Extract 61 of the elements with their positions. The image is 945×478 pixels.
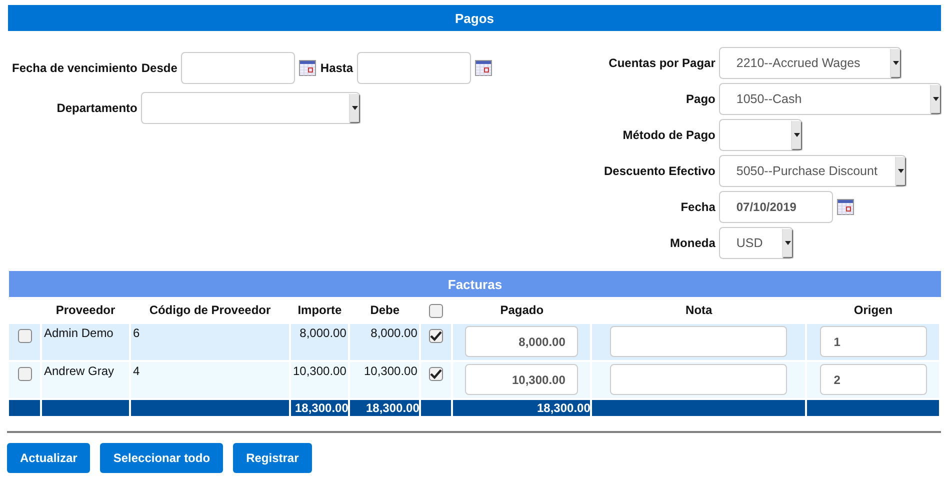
action-button[interactable]: Actualizar [7,443,90,473]
field-label: Moneda [669,236,716,250]
calendar-icon[interactable] [299,60,316,76]
column-header: Proveedor [54,302,116,318]
table-cell-text: 8,000.00 [370,325,418,342]
table-cell-text: 10,300.00 [363,363,418,380]
table-cell-text: 4 [132,363,141,380]
field-label: Departamento [56,101,138,115]
column-header: Código de Proveedor [148,302,272,318]
note-field[interactable] [610,326,788,357]
table-cell-text: Admin Demo [43,325,114,342]
caret-icon [892,61,899,65]
caret-icon [932,97,939,101]
action-button[interactable]: Registrar [233,443,312,473]
field-label: Pago [685,92,716,106]
total-cell: 18,300.00 [537,401,590,415]
checkbox[interactable] [429,329,444,343]
action-button[interactable]: Seleccionar todo [100,443,224,473]
amount-field[interactable]: 10,300.00 [465,364,578,395]
table-cell-text: 8,000.00 [298,325,348,342]
date-field[interactable] [181,52,296,84]
field-label: Cuentas por Pagar [608,56,716,70]
select-field[interactable]: 1050--Cash [719,83,942,115]
column-header: Nota [684,302,714,318]
amount-field[interactable]: 8,000.00 [465,326,578,357]
select-field[interactable]: USD [719,227,794,259]
column-header: Pagado [499,302,545,318]
caret-icon [352,106,358,110]
total-cell: 18,300.00 [295,401,348,415]
caret-icon [784,241,791,245]
select-field[interactable]: 2210--Accrued Wages [719,47,902,79]
column-header: Debe [369,302,401,318]
field-label: Hasta [320,61,354,75]
checkbox[interactable] [429,367,444,381]
note-field[interactable] [610,364,788,395]
checkbox[interactable] [18,367,32,381]
column-header: Origen [852,302,894,318]
checkbox[interactable] [18,329,32,343]
select-field[interactable] [719,119,802,151]
total-cell: 18,300.00 [366,401,420,415]
field-label: Descuento Efectivo [604,164,716,178]
field-label: Fecha [680,200,716,214]
select-field[interactable]: 5050--Purchase Discount [719,155,906,187]
calendar-icon[interactable] [837,199,854,215]
caret-icon [898,169,904,173]
field-label: Fecha de vencimiento [12,61,138,75]
table-cell-text: 6 [132,325,141,342]
origin-field[interactable]: 2 [820,364,927,395]
caret-icon [794,133,800,137]
origin-field[interactable]: 1 [820,326,927,357]
date-field[interactable] [357,52,472,84]
field-label: Desde [141,61,178,75]
section-header: Facturas [9,271,941,297]
section-header: Pagos [8,5,941,31]
field-label: Método de Pago [622,128,716,142]
table-cell-text: Andrew Gray [43,363,116,380]
checkbox[interactable] [429,304,444,318]
column-header: Importe [296,302,343,318]
date-field[interactable]: 07/10/2019 [719,191,834,223]
calendar-icon[interactable] [475,60,492,76]
table-cell-text: 10,300.00 [292,363,348,380]
